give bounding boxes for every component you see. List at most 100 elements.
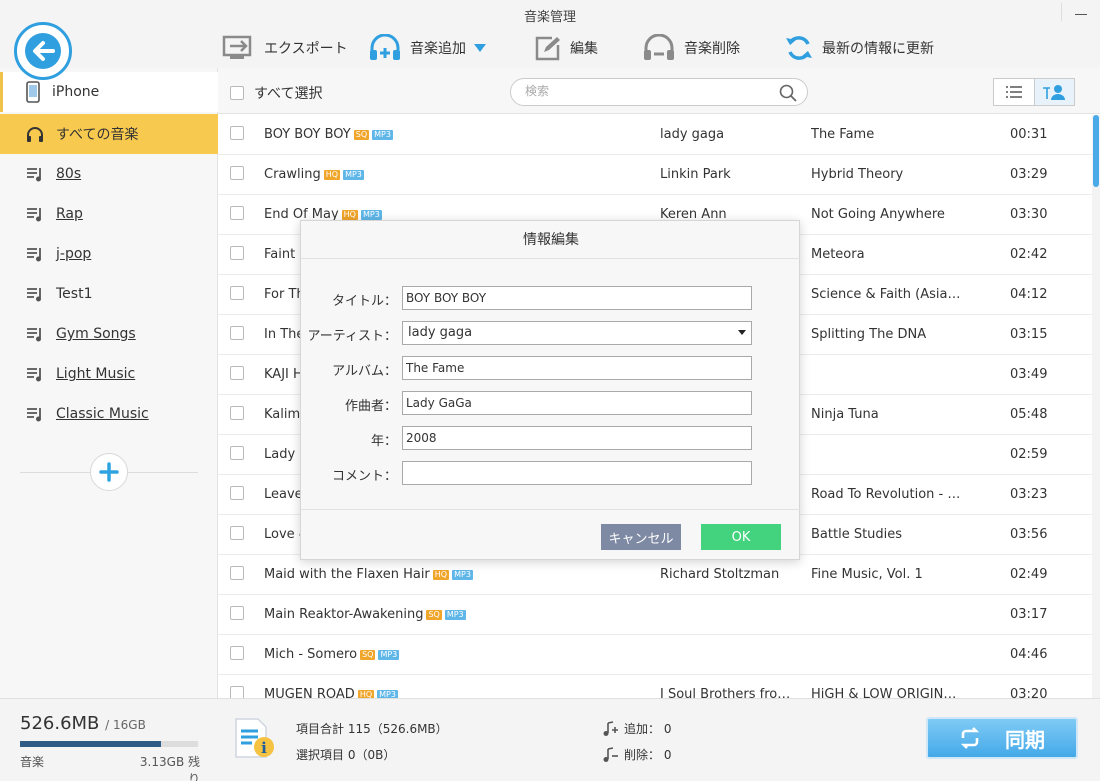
sidebar-item-j-pop[interactable]: j-pop: [0, 234, 218, 274]
toolbar: エクスポート 音楽追加 編集 音楽削除 最新の情報に更新: [0, 28, 1100, 68]
export-label: エクスポート: [264, 41, 348, 57]
format-badge: MP3: [377, 689, 398, 698]
row-checkbox[interactable]: [230, 366, 244, 380]
row-checkbox[interactable]: [230, 166, 244, 180]
row-checkbox[interactable]: [230, 566, 244, 580]
storage-free: 3.13GB 残り: [139, 755, 200, 781]
artist-select[interactable]: lady gaga: [402, 321, 752, 345]
song-title-cell: BOY BOY BOY SQ MP3: [264, 127, 393, 142]
window-title: 音楽管理: [523, 10, 576, 25]
song-title: Crawling: [264, 167, 321, 182]
song-title: BOY BOY BOY: [264, 127, 351, 142]
playlist-icon: [27, 248, 41, 262]
row-checkbox[interactable]: [230, 646, 244, 660]
storage-used-value: 526.6MB: [20, 713, 100, 734]
table-row[interactable]: Crawling HQ MP3 Linkin Park Hybrid Theory …: [218, 155, 1092, 195]
song-title-cell: KAJI H: [264, 367, 303, 382]
search-input[interactable]: [525, 84, 765, 98]
sidebar-item-rap[interactable]: Rap: [0, 194, 218, 234]
format-badge: MP3: [343, 169, 364, 180]
dropdown-arrow-icon: [738, 330, 746, 335]
year-field-label: 年：: [370, 434, 397, 449]
export-button[interactable]: エクスポート: [222, 32, 348, 64]
chevron-down-icon: [474, 44, 486, 52]
playlist-icon: [27, 368, 41, 382]
sidebar-item-label: j-pop: [56, 246, 92, 262]
song-duration: 02:59: [1010, 447, 1048, 462]
sidebar-item-all-music[interactable]: すべての音楽: [0, 114, 218, 154]
song-duration: 03:15: [1010, 327, 1048, 342]
minimize-button[interactable]: [1072, 2, 1090, 20]
scrollbar-thumb[interactable]: [1093, 115, 1099, 187]
storage-type: 音楽: [20, 755, 45, 769]
song-title: Main Reaktor-Awakening: [264, 607, 424, 622]
song-title-cell: Main Reaktor-Awakening SQ MP3: [264, 607, 466, 622]
song-title-cell: Crawling HQ MP3: [264, 167, 364, 182]
comment-field[interactable]: [402, 461, 752, 485]
back-button[interactable]: [14, 22, 72, 80]
song-title: Mich - Somero: [264, 647, 358, 662]
song-title: Maid with the Flaxen Hair: [264, 567, 430, 582]
song-artist: lady gaga: [660, 127, 725, 142]
row-checkbox[interactable]: [230, 686, 244, 698]
row-checkbox[interactable]: [230, 606, 244, 620]
edit-button[interactable]: 編集: [534, 32, 598, 64]
song-duration: 03:17: [1010, 607, 1048, 622]
row-checkbox[interactable]: [230, 206, 244, 220]
sidebar-item-classic-music[interactable]: Classic Music: [0, 394, 218, 434]
music-add-icon: [603, 720, 618, 736]
artist-view-button[interactable]: [1033, 79, 1074, 105]
delete-music-button[interactable]: 音楽削除: [642, 32, 740, 64]
row-checkbox[interactable]: [230, 246, 244, 260]
sidebar-item-80s[interactable]: 80s: [0, 154, 218, 194]
song-title-cell: Leave: [264, 487, 303, 502]
table-row[interactable]: Maid with the Flaxen Hair HQ MP3 Richard S…: [218, 555, 1092, 595]
song-title: For Th: [264, 287, 305, 302]
add-music-button[interactable]: 音楽追加: [368, 32, 486, 64]
song-title-cell: MUGEN ROAD HQ MP3: [264, 687, 398, 698]
song-album: Science & Faith (Asian T...: [811, 287, 961, 302]
headphones-remove-icon: [644, 34, 674, 60]
select-all-checkbox[interactable]: [230, 86, 244, 100]
artist-field-label: アーティスト：: [307, 329, 397, 344]
comment-field-label: コメント：: [331, 469, 397, 484]
song-duration: 03:56: [1010, 527, 1048, 542]
sidebar-item-light-music[interactable]: Light Music: [0, 354, 218, 394]
year-field[interactable]: [402, 426, 752, 450]
list-view-button[interactable]: [994, 79, 1034, 105]
sidebar-item-test1[interactable]: Test1: [0, 274, 218, 314]
composer-field[interactable]: [402, 391, 752, 415]
cancel-button[interactable]: キャンセル: [601, 524, 681, 550]
row-checkbox[interactable]: [230, 286, 244, 300]
album-field[interactable]: [402, 356, 752, 380]
add-playlist-button[interactable]: [90, 453, 128, 491]
edit-info-dialog: 情報編集 タイトル： アーティスト： lady gaga アルバム： 作曲者： …: [300, 220, 801, 560]
table-row[interactable]: Mich - Somero SQ MP3 04:46: [218, 635, 1092, 675]
song-duration: 03:30: [1010, 207, 1048, 222]
row-checkbox[interactable]: [230, 406, 244, 420]
table-row[interactable]: BOY BOY BOY SQ MP3 lady gaga The Fame 00:3…: [218, 115, 1092, 155]
row-checkbox[interactable]: [230, 526, 244, 540]
row-checkbox[interactable]: [230, 486, 244, 500]
sidebar: iPhone すべての音楽 80s Rap j-pop Test1 Gym So…: [0, 68, 218, 698]
song-album: The Fame: [811, 127, 875, 142]
table-row[interactable]: Main Reaktor-Awakening SQ MP3 03:17: [218, 595, 1092, 635]
ok-button[interactable]: OK: [701, 524, 781, 550]
select-all[interactable]: すべて選択: [230, 83, 322, 103]
song-duration: 02:49: [1010, 567, 1048, 582]
song-title: Leave: [264, 487, 303, 502]
row-checkbox[interactable]: [230, 326, 244, 340]
sidebar-item-gym-songs[interactable]: Gym Songs: [0, 314, 218, 354]
title-field[interactable]: [402, 286, 752, 310]
refresh-button[interactable]: 最新の情報に更新: [784, 32, 934, 64]
search-icon[interactable]: [779, 84, 797, 102]
sidebar-item-label: Light Music: [56, 366, 136, 382]
table-row[interactable]: MUGEN ROAD HQ MP3 J Soul Brothers from E..…: [218, 675, 1092, 698]
list-header: すべて選択: [218, 68, 1100, 114]
row-checkbox[interactable]: [230, 446, 244, 460]
list-scrollbar[interactable]: [1092, 115, 1100, 698]
arrow-left-icon: [25, 33, 61, 69]
sync-button[interactable]: 同期: [926, 717, 1078, 759]
row-checkbox[interactable]: [230, 126, 244, 140]
quality-badge: SQ: [360, 649, 376, 660]
